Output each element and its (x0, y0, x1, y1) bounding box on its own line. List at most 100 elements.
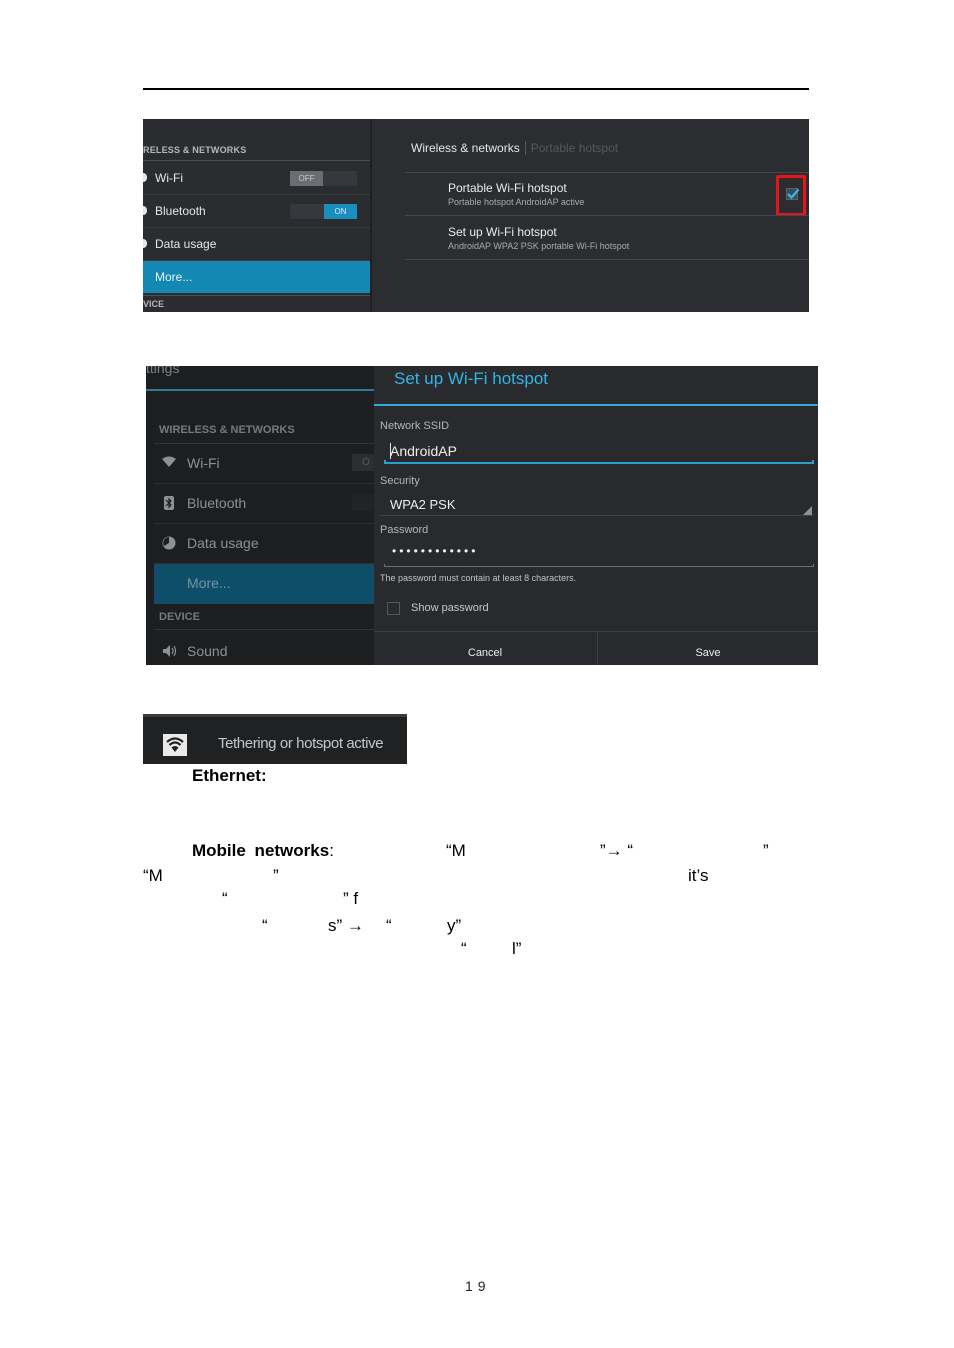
sidebar-item-label: Data usage (155, 237, 217, 251)
bluetooth-toggle[interactable] (352, 494, 374, 511)
pref-summary: Portable hotspot AndroidAP active (448, 197, 585, 207)
cancel-button[interactable]: Cancel (374, 632, 596, 665)
save-button[interactable]: Save (598, 632, 818, 665)
breadcrumb-current: Portable hotspot (530, 141, 619, 155)
sidebar-item-more[interactable]: More... (143, 261, 370, 293)
mobile-networks-heading: Mobile networks (192, 841, 330, 860)
pref-portable-hotspot[interactable]: Portable Wi-Fi hotspot Portable hotspot … (448, 181, 584, 207)
dialog-title-divider (374, 404, 818, 406)
divider (146, 389, 374, 391)
setup-hotspot-dialog: Set up Wi-Fi hotspot Network SSID Androi… (374, 366, 818, 665)
sidebar-item-data-usage[interactable]: Data usage (154, 524, 374, 564)
divider (143, 714, 407, 717)
page-number: 19 (465, 1278, 491, 1294)
text-fragment: ”→ “ (600, 841, 634, 860)
wifi-toggle[interactable]: O (352, 454, 374, 471)
sidebar-item-wifi[interactable]: Wi-Fi OFF (143, 162, 370, 195)
sidebar-item-label: Data usage (187, 535, 259, 551)
bluetooth-toggle[interactable]: ON (290, 204, 357, 219)
bluetooth-icon (143, 206, 147, 215)
text-fragment: ” (273, 866, 279, 885)
text-fragment: y” (447, 916, 462, 935)
security-select[interactable]: WPA2 PSK (390, 497, 456, 512)
password-input-underline (384, 564, 814, 567)
password-label: Password (380, 524, 429, 536)
sidebar-item-bluetooth[interactable]: Bluetooth ON (143, 195, 370, 228)
text-fragment: s” → (328, 916, 364, 935)
password-input[interactable]: •••••••••••• (392, 544, 478, 558)
divider (154, 629, 374, 630)
settings-sidebar: ttings WIRELESS & NETWORKS Wi-Fi O Bluet… (146, 366, 374, 665)
pane-divider (370, 119, 372, 312)
wifi-toggle[interactable]: OFF (290, 171, 357, 186)
speaker-icon (162, 644, 177, 658)
text-fragment: “ (222, 889, 228, 908)
sidebar-item-more[interactable]: More... (154, 564, 374, 604)
ssid-input[interactable]: AndroidAP (390, 443, 457, 459)
hotspot-checkbox[interactable] (786, 188, 800, 200)
breadcrumb-parent[interactable]: Wireless & networks (411, 141, 520, 155)
divider (405, 215, 809, 216)
pref-title: Set up Wi-Fi hotspot (448, 225, 557, 239)
text-fragment: l” (512, 939, 522, 958)
settings-sidebar: RELESS & NETWORKS Wi-Fi OFF Bluetooth ON… (143, 119, 370, 312)
sidebar-item-label: Wi-Fi (187, 455, 220, 471)
sidebar-item-label: More... (155, 270, 193, 284)
divider (405, 259, 809, 260)
highlight-box (776, 175, 806, 216)
section-header: WIRELESS & NETWORKS (159, 424, 295, 436)
text-fragment: “M (446, 841, 466, 860)
ssid-label: Network SSID (380, 420, 450, 432)
section-header: DEVICE (159, 611, 200, 623)
text-fragment: ” f (343, 889, 359, 908)
colon: : (329, 841, 334, 860)
breadcrumb: Wireless & networks Portable hotspot (411, 141, 618, 155)
text-fragment: “ (262, 916, 268, 935)
data-usage-icon (143, 239, 147, 248)
text-fragment: ” (763, 841, 769, 860)
divider (405, 172, 809, 173)
notification-text: Tethering or hotspot active (218, 735, 384, 752)
screenshot-portable-hotspot: RELESS & NETWORKS Wi-Fi OFF Bluetooth ON… (143, 119, 809, 312)
sidebar-item-label: Bluetooth (187, 495, 247, 511)
toggle-label: ON (324, 204, 357, 219)
divider (143, 160, 370, 161)
breadcrumb-separator (524, 141, 526, 155)
header-rule (143, 88, 809, 90)
password-hint: The password must contain at least 8 cha… (380, 573, 577, 583)
text-fragment: “ (461, 939, 467, 958)
data-usage-icon (162, 536, 176, 550)
ethernet-heading: Ethernet: (192, 766, 267, 785)
sidebar-item-data-usage[interactable]: Data usage (143, 228, 370, 261)
text-fragment: “ (386, 916, 392, 935)
tethering-notification[interactable]: Tethering or hotspot active (143, 714, 407, 764)
security-select-underline (380, 515, 814, 516)
sidebar-item-label: Bluetooth (155, 204, 206, 218)
text-fragment: “M (143, 866, 163, 885)
section-header: RELESS & NETWORKS (143, 145, 247, 155)
section-header: VICE (143, 299, 165, 309)
toggle-label: OFF (290, 171, 323, 186)
sidebar-item-label: Sound (187, 643, 228, 659)
checkmark-icon (787, 188, 800, 200)
sidebar-item-sound[interactable]: Sound (154, 632, 374, 665)
settings-title: ttings (146, 366, 180, 376)
sidebar-item-label: Wi-Fi (155, 171, 183, 185)
sidebar-item-bluetooth[interactable]: Bluetooth (154, 484, 374, 524)
show-password-label[interactable]: Show password (411, 602, 489, 614)
wifi-icon (143, 173, 147, 182)
mobile-networks-paragraph-line-1: Mobile networks: (192, 841, 334, 861)
ssid-input-underline (384, 460, 814, 464)
sidebar-item-wifi[interactable]: Wi-Fi O (154, 444, 374, 484)
wifi-hotspot-icon (163, 734, 187, 756)
show-password-checkbox[interactable] (387, 602, 400, 615)
dialog-title: Set up Wi-Fi hotspot (394, 369, 549, 388)
pref-setup-hotspot[interactable]: Set up Wi-Fi hotspot AndroidAP WPA2 PSK … (448, 225, 629, 251)
pref-title: Portable Wi-Fi hotspot (448, 181, 567, 195)
bluetooth-icon (162, 496, 176, 510)
dropdown-arrow-icon[interactable] (803, 506, 812, 515)
text-fragment: it’s (688, 866, 709, 885)
wifi-icon (162, 456, 176, 470)
pref-summary: AndroidAP WPA2 PSK portable Wi-Fi hotspo… (448, 241, 630, 251)
screenshot-setup-hotspot-dialog: ttings WIRELESS & NETWORKS Wi-Fi O Bluet… (146, 366, 818, 665)
